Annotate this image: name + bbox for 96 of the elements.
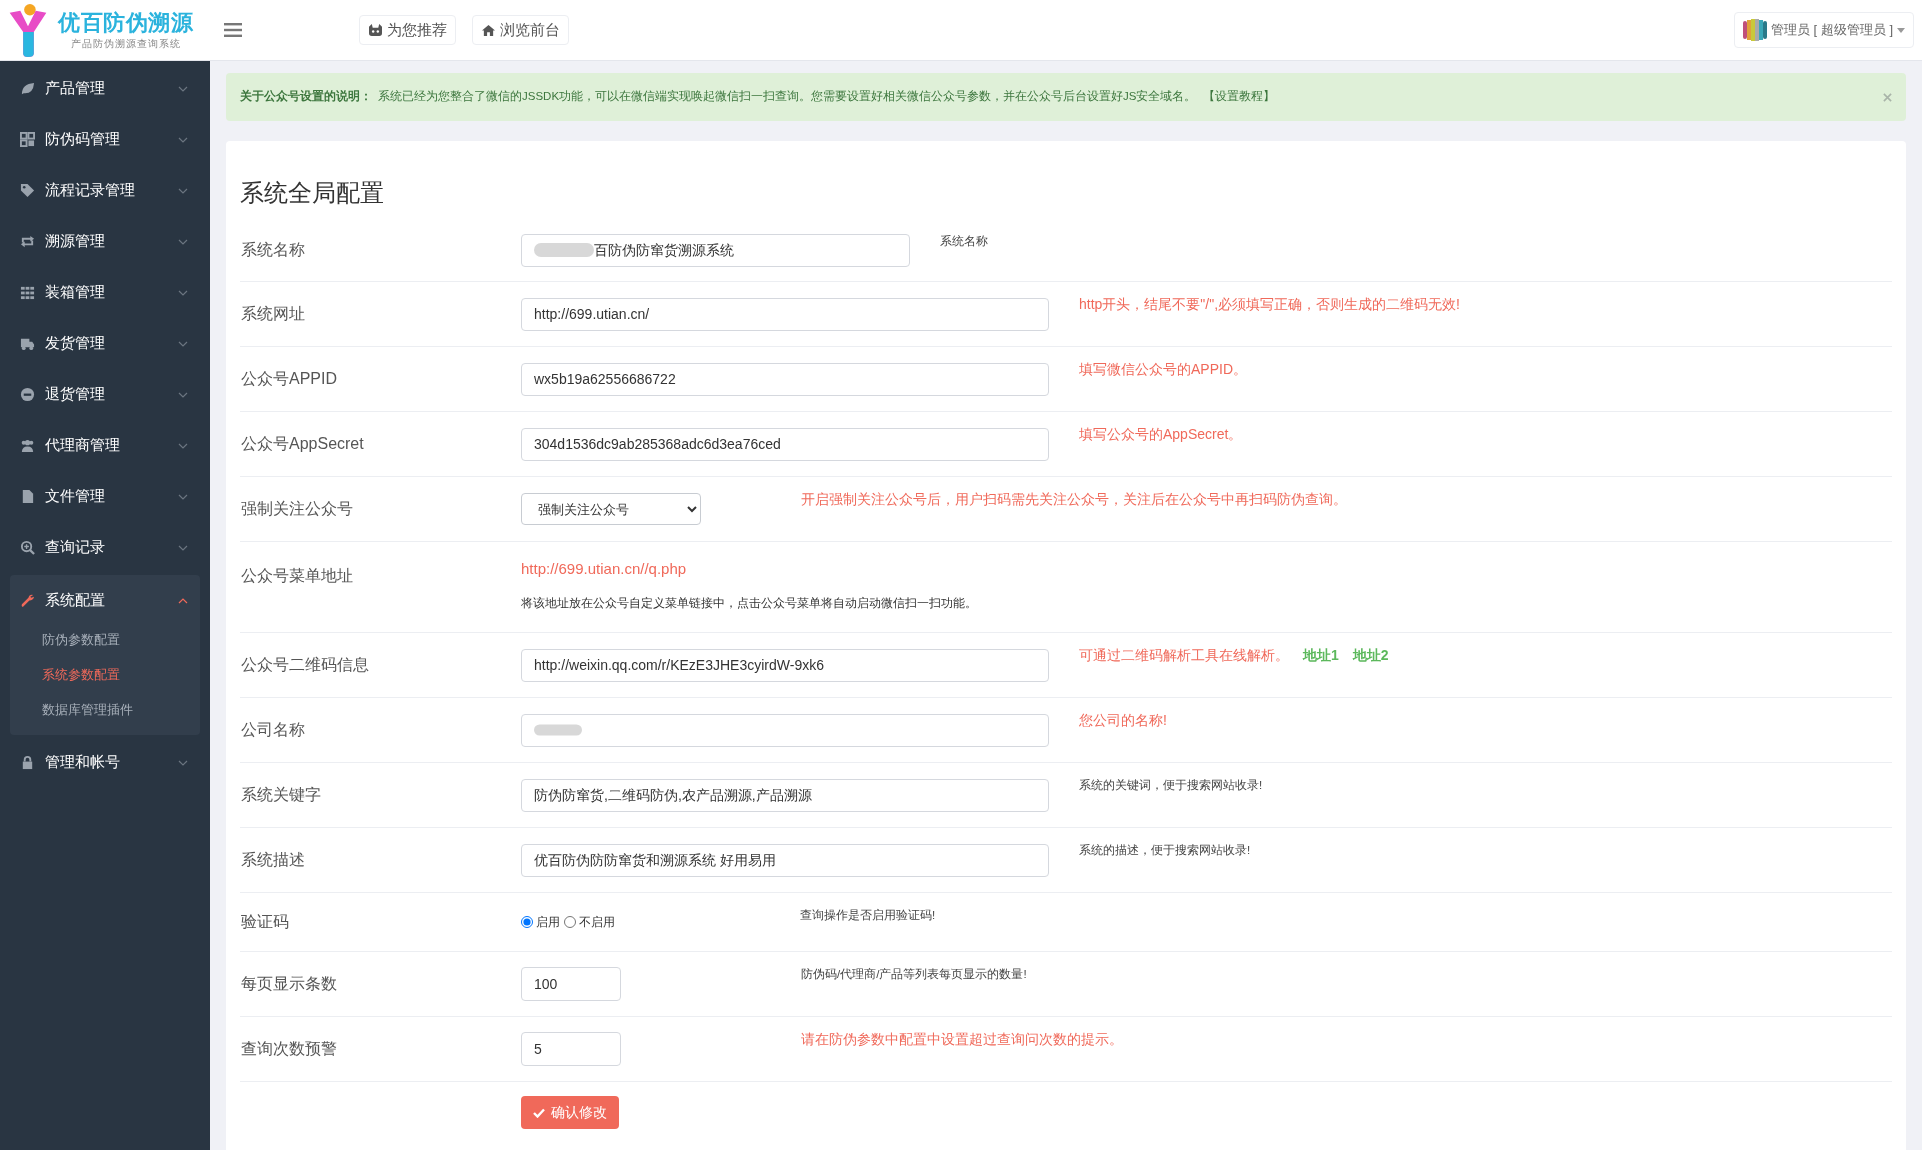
minus-circle-icon (20, 387, 35, 402)
select-field[interactable]: 强制关注公众号 (521, 493, 701, 525)
sidebar-item[interactable]: 溯源管理 (0, 216, 210, 267)
submenu-item[interactable]: 系统参数配置 (10, 657, 200, 692)
sidebar-item[interactable]: 管理和帐号 (0, 737, 210, 788)
menu-icon[interactable] (224, 20, 244, 40)
chevron-down-icon (178, 289, 188, 296)
field-label: 每页显示条数 (241, 974, 337, 994)
sidebar-item[interactable]: 流程记录管理 (0, 165, 210, 216)
sidebar-item[interactable]: 退货管理 (0, 369, 210, 420)
chevron-down-icon (178, 759, 188, 766)
cat-icon (368, 23, 383, 37)
number-field[interactable]: 100 (521, 967, 621, 1001)
check-icon (533, 1107, 545, 1118)
users-icon (20, 438, 35, 453)
field-label: 验证码 (241, 912, 289, 932)
leaf-icon (20, 81, 35, 96)
chevron-down-icon (178, 493, 188, 500)
sidebar-item[interactable]: 装箱管理 (0, 267, 210, 318)
sidebar-item[interactable]: 查询记录 (0, 522, 210, 573)
chevron-down-icon (178, 391, 188, 398)
chevron-down-icon (178, 187, 188, 194)
tutorial-link[interactable]: 【设置教程】 (1202, 88, 1275, 106)
user-menu[interactable]: 管理员 [ 超级管理员 ] (1733, 12, 1914, 48)
wrench-icon (20, 593, 35, 608)
grid-icon (20, 285, 35, 300)
field-label: 公众号APPID (241, 369, 337, 389)
sidebar-item[interactable]: 代理商管理 (0, 420, 210, 471)
field-label: 系统描述 (241, 850, 305, 870)
field-label: 公众号二维码信息 (241, 655, 369, 675)
field-description: 将该地址放在公众号自定义菜单链接中，点击公众号菜单将自动启动微信扫一扫功能。 (521, 595, 977, 611)
avatar-icon (1742, 19, 1767, 41)
sidebar-item[interactable]: 防伪码管理 (0, 114, 210, 165)
chevron-down-icon (178, 238, 188, 245)
blur-mark (534, 722, 582, 738)
chevron-down-icon (178, 136, 188, 143)
input-field[interactable]: http://weixin.qq.com/r/KEzE3JHE3cyirdW-9xk6 (521, 648, 1049, 682)
submenu-item[interactable]: 数据库管理插件 (10, 692, 200, 727)
radio-button[interactable] (521, 916, 533, 928)
chevron-up-icon (178, 597, 188, 604)
truck-icon (20, 336, 35, 351)
field-label: 强制关注公众号 (241, 499, 353, 519)
field-label: 查询次数预警 (241, 1039, 337, 1059)
lock-icon (20, 755, 35, 770)
file-icon (20, 489, 35, 504)
form-title: 系统全局配置 (240, 178, 385, 208)
hint-text: 请在防伪参数中配置中设置超过查询问次数的提示。 (801, 1030, 1123, 1049)
hint-text: 查询操作是否启用验证码! (800, 908, 936, 923)
blur-mark (534, 242, 594, 258)
number-field[interactable]: 5 (521, 1032, 621, 1066)
radio-label: 启用 (536, 914, 560, 931)
field-label: 公司名称 (241, 720, 305, 740)
hint-text: 可通过二维码解析工具在线解析。 (1079, 646, 1289, 665)
search-icon (20, 540, 35, 555)
input-field[interactable]: http://699.utian.cn/ (521, 297, 1049, 331)
radio-label: 不启用 (579, 914, 615, 931)
hint-text: 系统名称 (940, 234, 988, 249)
caret-icon (1897, 27, 1905, 33)
hint-text: 开启强制关注公众号后，用户扫码需先关注公众号，关注后在公众号中再扫码防伪查询。 (801, 490, 1347, 509)
notice-title: 关于公众号设置的说明： (240, 88, 372, 105)
field-label: 系统名称 (241, 240, 305, 260)
input-field[interactable]: 百防伪防窜货溯源系统 (521, 233, 910, 267)
chevron-down-icon (178, 442, 188, 449)
top-button[interactable]: 为您推荐 (359, 15, 456, 45)
field-label: 公众号AppSecret (241, 434, 364, 454)
home-icon (481, 23, 496, 37)
input-field[interactable]: wx5b19a62556686722 (521, 362, 1049, 396)
repeat-icon (20, 234, 35, 249)
hint-text: http开头，结尾不要"/",必须填写正确，否则生成的二维码无效! (1079, 295, 1460, 314)
chevron-down-icon (178, 340, 188, 347)
input-field[interactable]: 优百防伪防防窜货和溯源系统 好用易用 (521, 843, 1049, 877)
input-field[interactable]: 304d1536dc9ab285368adc6d3ea76ced (521, 427, 1049, 461)
field-label: 公众号菜单地址 (241, 566, 353, 586)
field-label: 系统关键字 (241, 785, 321, 805)
hint-text: 系统的描述，便于搜索网站收录! (1079, 843, 1251, 858)
hint-text: 防伪码/代理商/产品等列表每页显示的数量! (801, 967, 1027, 982)
hint-text: 系统的关键词，便于搜索网站收录! (1079, 778, 1263, 793)
input-field[interactable]: 防伪防窜货,二维码防伪,农产品溯源,产品溯源 (521, 778, 1049, 812)
chevron-down-icon (178, 544, 188, 551)
field-label: 系统网址 (241, 304, 305, 324)
input-field[interactable] (521, 713, 1049, 747)
hint-text: 您公司的名称! (1079, 711, 1167, 730)
top-button[interactable]: 浏览前台 (472, 15, 569, 45)
sidebar-item[interactable]: 产品管理 (0, 63, 210, 114)
radio-button[interactable] (564, 916, 576, 928)
notice-text: 系统已经为您整合了微信的JSSDK功能，可以在微信端实现唤起微信扫一扫查询。您需要设置好相关微信公众号参数，并在公众号后台设置好JS安全域名。 (378, 89, 1197, 105)
sidebar-item[interactable]: 文件管理 (0, 471, 210, 522)
qr-icon (20, 132, 35, 147)
logo-title: 优百防伪溯源 (58, 8, 194, 37)
hint-text: 填写公众号的AppSecret。 (1079, 425, 1243, 444)
close-icon (1883, 92, 1892, 102)
sidebar-item[interactable]: 发货管理 (0, 318, 210, 369)
tag-icon (20, 183, 35, 198)
hint-text: 填写微信公众号的APPID。 (1079, 360, 1247, 379)
chevron-down-icon (178, 85, 188, 92)
logo-subtitle: 产品防伪溯源查询系统 (70, 37, 181, 52)
